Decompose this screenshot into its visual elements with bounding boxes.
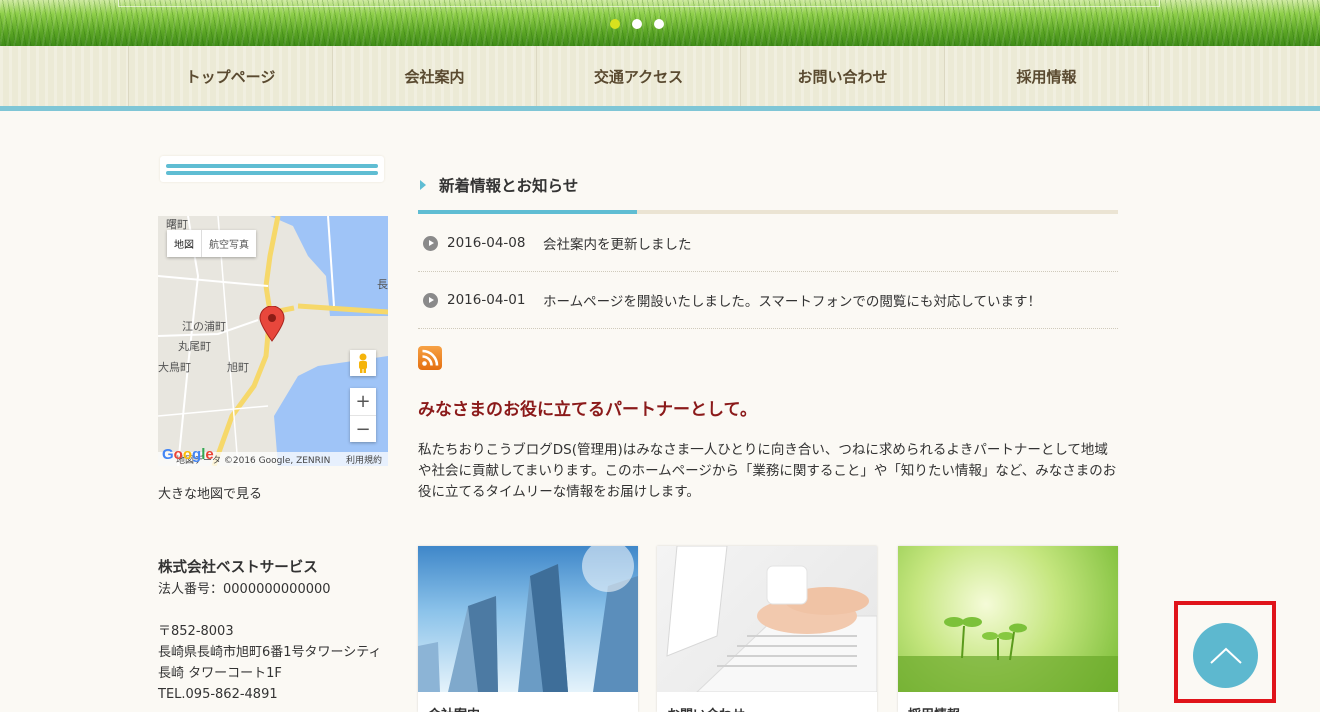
postal-code: 〒852-8003 bbox=[158, 624, 234, 639]
nav-item-recruit[interactable]: 採用情報 bbox=[944, 46, 1149, 106]
global-nav: トップページ 会社案内 交通アクセス お問い合わせ 採用情報 bbox=[0, 46, 1320, 111]
map-pin-icon[interactable] bbox=[259, 306, 285, 342]
sidebar-heading-line bbox=[166, 164, 378, 168]
buildings-image bbox=[418, 546, 638, 692]
play-circle-icon bbox=[423, 292, 438, 308]
sprout-image bbox=[898, 546, 1118, 692]
map-type-satellite-button[interactable]: 航空写真 bbox=[201, 230, 256, 257]
news-title-underline bbox=[418, 210, 1118, 214]
card-recruit[interactable]: 採用情報 bbox=[898, 546, 1118, 712]
news-date: 2016-04-01 bbox=[447, 292, 526, 308]
pegman-icon bbox=[359, 353, 367, 373]
scroll-to-top-button[interactable] bbox=[1193, 623, 1258, 688]
buildings-illustration bbox=[418, 546, 638, 692]
slider-dot[interactable] bbox=[632, 19, 642, 29]
slider-dot[interactable] bbox=[610, 19, 620, 29]
slider-frame bbox=[118, 0, 1160, 7]
zoom-out-button[interactable]: − bbox=[350, 416, 376, 443]
sidebar-heading-line bbox=[166, 171, 378, 175]
card-contact[interactable]: お問い合わせ bbox=[657, 546, 877, 712]
news-date: 2016-04-08 bbox=[447, 235, 526, 251]
telephone: TEL.095-862-4891 bbox=[158, 687, 278, 702]
large-map-link[interactable]: 大きな地図で見る bbox=[158, 483, 262, 502]
map-label: 丸尾町 bbox=[178, 340, 211, 353]
news-title: 新着情報とお知らせ bbox=[418, 172, 1118, 200]
zoom-in-button[interactable]: + bbox=[350, 388, 376, 416]
news-text[interactable]: 会社案内を更新しました bbox=[543, 233, 692, 253]
sprout-illustration bbox=[898, 617, 1118, 692]
card-company[interactable]: 会社案内 bbox=[418, 546, 638, 712]
map-zoom-control: + − bbox=[350, 388, 376, 442]
chevron-up-icon bbox=[1209, 647, 1242, 664]
company-name: 株式会社ベストサービス bbox=[158, 560, 318, 576]
map-label: 旭町 bbox=[227, 361, 249, 374]
header-slider bbox=[0, 0, 1320, 46]
slider-dots bbox=[610, 19, 664, 29]
rss-icon[interactable] bbox=[418, 346, 442, 370]
google-map[interactable]: 地図 航空写真 曙町 江の浦町 丸尾町 大鳥町 旭町 長 + − 地図データ ©… bbox=[158, 216, 388, 466]
news-list: 2016-04-08 会社案内を更新しました 2016-04-01 ホームページ… bbox=[418, 215, 1118, 329]
intro-text: 私たちおりこうブログDS(管理用)はみなさま一人ひとりに向き合い、つねに求められ… bbox=[418, 442, 1117, 500]
address: 長崎県長崎市旭町6番1号タワーシティ長崎 タワーコート1F bbox=[158, 645, 382, 681]
company-info: 株式会社ベストサービス 法人番号：0000000000000 〒852-8003… bbox=[158, 558, 388, 705]
street-view-pegman[interactable] bbox=[350, 350, 376, 376]
map-label: 曙町 bbox=[166, 218, 188, 231]
map-label: 長 bbox=[377, 278, 388, 291]
nav-item-company[interactable]: 会社案内 bbox=[332, 46, 536, 106]
laptop-image bbox=[657, 546, 877, 692]
corporate-number: 法人番号：0000000000000 bbox=[158, 582, 331, 597]
nav-item-access[interactable]: 交通アクセス bbox=[536, 46, 740, 106]
tagline: みなさまのお役に立てるパートナーとして。 bbox=[418, 400, 757, 420]
map-label: 江の浦町 bbox=[182, 320, 226, 333]
slider-dot[interactable] bbox=[654, 19, 664, 29]
rss-glyph bbox=[422, 349, 439, 366]
map-terms-link[interactable]: 利用規約 bbox=[346, 453, 382, 466]
google-logo: Google bbox=[162, 446, 214, 463]
news-item[interactable]: 2016-04-01 ホームページを開設いたしました。スマートフォンでの閲覧にも… bbox=[418, 272, 1118, 329]
card-label: 会社案内 bbox=[428, 704, 480, 712]
card-label: お問い合わせ bbox=[667, 704, 745, 712]
map-type-map-button[interactable]: 地図 bbox=[167, 230, 201, 257]
map-label: 大鳥町 bbox=[158, 361, 191, 374]
play-circle-icon bbox=[423, 235, 438, 251]
news-item[interactable]: 2016-04-08 会社案内を更新しました bbox=[418, 215, 1118, 272]
map-type-control: 地図 航空写真 bbox=[167, 230, 256, 257]
bullet-icon bbox=[420, 180, 426, 190]
news-text[interactable]: ホームページを開設いたしました。スマートフォンでの閲覧にも対応しています！ bbox=[543, 290, 1041, 310]
nav-item-contact[interactable]: お問い合わせ bbox=[740, 46, 944, 106]
nav-item-top[interactable]: トップページ bbox=[128, 46, 332, 106]
laptop-illustration bbox=[666, 546, 877, 692]
news-title-text: 新着情報とお知らせ bbox=[439, 176, 579, 195]
card-label: 採用情報 bbox=[908, 704, 960, 712]
sidebar-heading-box bbox=[160, 156, 384, 182]
news-section-header: 新着情報とお知らせ bbox=[418, 172, 1118, 214]
